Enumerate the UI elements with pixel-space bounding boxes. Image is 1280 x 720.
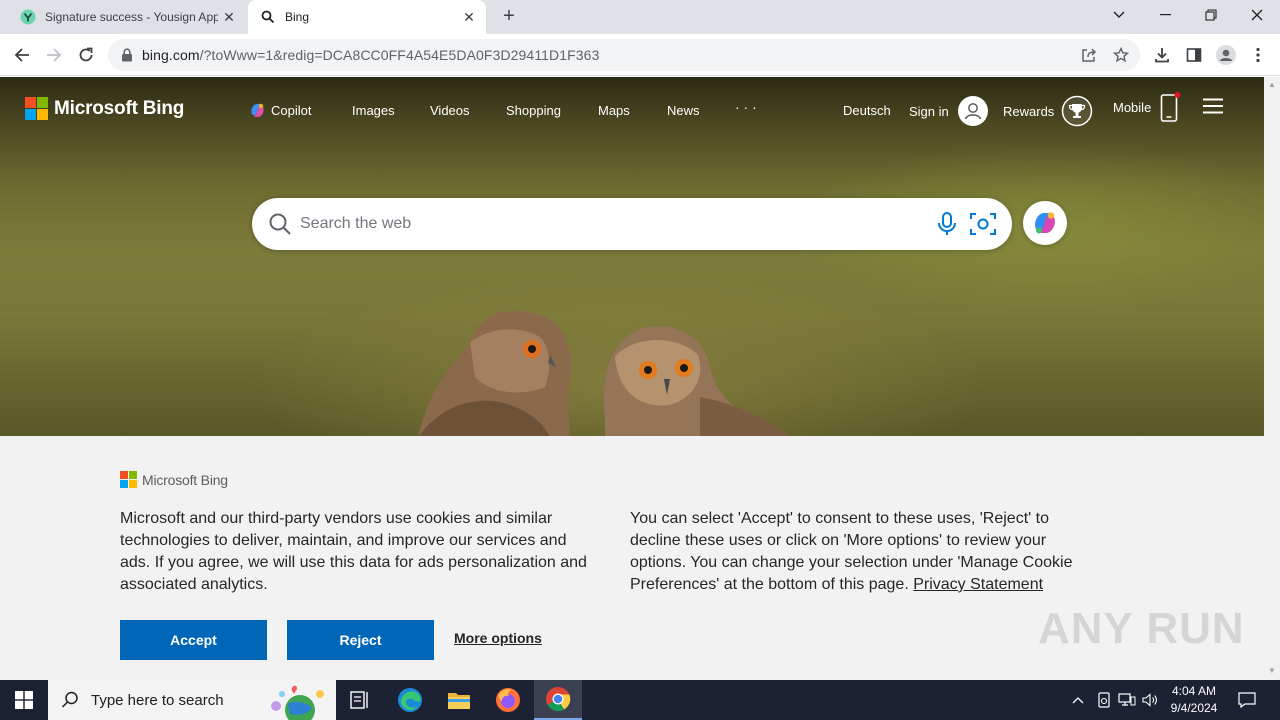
yousign-favicon-icon — [20, 9, 36, 25]
file-explorer-icon[interactable] — [435, 680, 483, 720]
tab-bing[interactable]: Bing ✕ — [248, 0, 486, 34]
tab-search-icon[interactable] — [1096, 0, 1142, 30]
privacy-statement-link[interactable]: Privacy Statement — [913, 576, 1043, 593]
hamburger-menu-icon[interactable] — [1202, 97, 1224, 115]
search-box[interactable] — [252, 198, 1012, 250]
mobile-button[interactable]: Mobile — [1113, 91, 1181, 123]
scroll-up-icon[interactable]: ▲ — [1268, 81, 1276, 89]
download-icon[interactable] — [1149, 42, 1175, 68]
start-windows-icon[interactable] — [0, 680, 48, 720]
restore-icon[interactable] — [1188, 0, 1234, 30]
search-icon — [269, 213, 291, 235]
taskbar-search-box[interactable]: Type here to search — [48, 680, 336, 720]
tab-title: Signature success - Yousign App — [45, 10, 218, 24]
logo-text: Microsoft Bing — [54, 97, 185, 119]
forward-icon[interactable] — [41, 42, 67, 68]
chrome-browser-icon[interactable] — [534, 680, 582, 720]
edge-browser-icon[interactable] — [386, 680, 434, 720]
volume-icon[interactable] — [1140, 680, 1162, 720]
search-input[interactable] — [300, 212, 900, 236]
clock-date: 9/4/2024 — [1170, 701, 1218, 715]
accept-button[interactable]: Accept — [120, 620, 267, 660]
windows-taskbar: Type here to search 4:04 AM 9/4/2024 — [0, 680, 1280, 720]
share-icon[interactable] — [1074, 39, 1104, 71]
owls-image — [418, 310, 792, 437]
more-options-link[interactable]: More options — [454, 630, 542, 646]
visual-search-icon[interactable] — [969, 211, 997, 237]
nav-news[interactable]: News — [667, 103, 700, 118]
consent-text-left: Microsoft and our third-party vendors us… — [120, 510, 587, 593]
firefox-icon[interactable] — [484, 680, 532, 720]
anyrun-watermark: ANY RUN — [1038, 604, 1245, 653]
url-text: bing.com/?toWww=1&redig=DCA8CC0FF4A54E5D… — [142, 47, 600, 63]
side-panel-icon[interactable] — [1181, 42, 1207, 68]
page-scrollbar[interactable]: ▲ ▼ — [1264, 77, 1280, 680]
microsoft-logo-icon — [25, 97, 48, 120]
search-icon — [61, 691, 78, 708]
tab-title: Bing — [285, 10, 310, 24]
user-avatar-icon — [957, 96, 988, 126]
rewards-trophy-icon — [1062, 95, 1093, 127]
nav-maps[interactable]: Maps — [598, 103, 630, 118]
copilot-icon — [251, 103, 264, 117]
consent-brand-logo: Microsoft Bing — [120, 471, 228, 488]
back-icon[interactable] — [9, 42, 35, 68]
profile-icon[interactable] — [1213, 42, 1239, 68]
notification-center-icon[interactable] — [1234, 680, 1260, 720]
mobile-phone-icon — [1160, 92, 1181, 122]
close-tab-icon[interactable]: ✕ — [458, 6, 480, 28]
browser-toolbar: bing.com/?toWww=1&redig=DCA8CC0FF4A54E5D… — [0, 34, 1280, 76]
lock-icon — [122, 48, 132, 62]
nav-images[interactable]: Images — [352, 103, 395, 118]
search-favicon-icon — [260, 9, 276, 25]
tab-strip: Signature success - Yousign App ✕ Bing ✕… — [0, 0, 1280, 34]
microphone-icon[interactable] — [935, 211, 959, 237]
sign-in-button[interactable]: Sign in — [909, 95, 989, 127]
tab-yousign[interactable]: Signature success - Yousign App ✕ — [8, 0, 246, 34]
search-highlight-globe-icon — [271, 685, 324, 720]
nav-shopping[interactable]: Shopping — [506, 103, 561, 118]
copilot-search-button[interactable] — [1023, 201, 1067, 245]
close-tab-icon[interactable]: ✕ — [218, 6, 240, 28]
scroll-down-icon[interactable]: ▼ — [1268, 667, 1276, 675]
taskbar-search-text: Type here to search — [91, 691, 224, 709]
consent-text-right: You can select 'Accept' to consent to th… — [630, 510, 1073, 593]
cookie-consent-banner: Microsoft Bing Microsoft and our third-p… — [0, 436, 1264, 680]
menu-kebab-icon[interactable] — [1245, 42, 1271, 68]
hero-background: Microsoft Bing Copilot Images Videos Sho… — [0, 77, 1264, 437]
network-icon[interactable] — [1116, 680, 1138, 720]
address-bar[interactable]: bing.com/?toWww=1&redig=DCA8CC0FF4A54E5D… — [108, 39, 1140, 71]
microsoft-bing-logo[interactable]: Microsoft Bing — [25, 97, 184, 120]
nav-more[interactable]: · · · — [735, 99, 757, 115]
rewards-button[interactable]: Rewards — [1003, 95, 1093, 127]
bing-page: Microsoft Bing Copilot Images Videos Sho… — [0, 77, 1264, 680]
close-window-icon[interactable] — [1234, 0, 1280, 30]
language-link[interactable]: Deutsch — [843, 103, 891, 118]
new-tab-button[interactable]: + — [498, 6, 520, 28]
copilot-icon — [1035, 212, 1055, 234]
nav-copilot[interactable]: Copilot — [249, 102, 311, 119]
reload-icon[interactable] — [73, 42, 99, 68]
bookmark-star-icon[interactable] — [1106, 39, 1136, 71]
taskbar-clock[interactable]: 4:04 AM 9/4/2024 — [1163, 683, 1225, 717]
microsoft-logo-icon — [120, 471, 137, 488]
tray-device-icon[interactable] — [1094, 680, 1114, 720]
task-view-icon[interactable] — [336, 680, 384, 720]
reject-button[interactable]: Reject — [287, 620, 434, 660]
tray-chevron-up-icon[interactable] — [1068, 680, 1088, 720]
minimize-icon[interactable] — [1142, 0, 1188, 30]
clock-time: 4:04 AM — [1171, 684, 1217, 698]
nav-videos[interactable]: Videos — [430, 103, 470, 118]
